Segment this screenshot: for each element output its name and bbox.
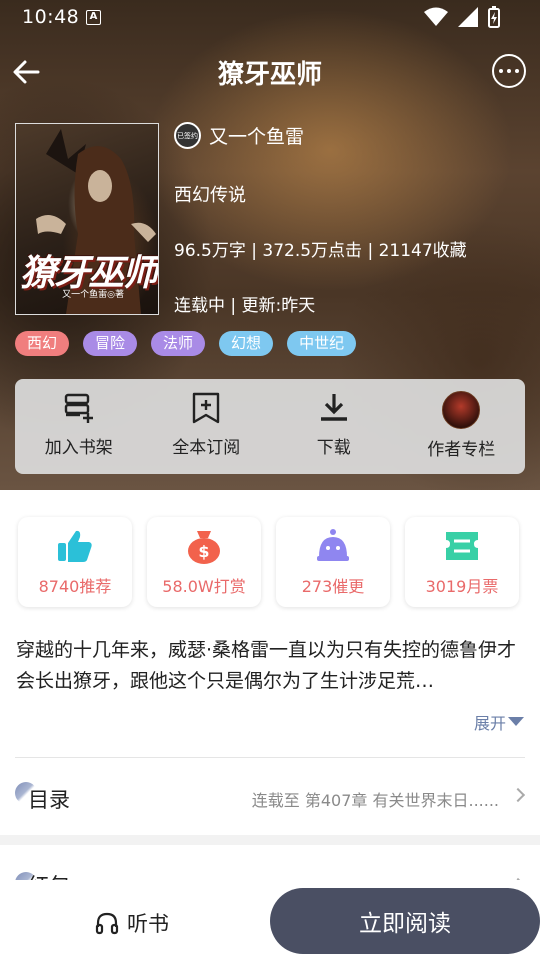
monthly-ticket-card[interactable]: 3019月票: [405, 517, 519, 607]
add-to-shelf-button[interactable]: 加入书架: [15, 379, 143, 474]
add-to-shelf-label: 加入书架: [44, 438, 113, 458]
top-bar: 獠牙巫师: [0, 40, 540, 104]
caret-down-icon: [508, 717, 524, 726]
subscribe-all-label: 全本订阅: [172, 438, 241, 458]
signed-author-badge-icon: 已签约: [174, 122, 201, 149]
tip-card[interactable]: $ 58.0W打赏: [147, 517, 261, 607]
download-label: 下载: [316, 438, 351, 458]
expand-label: 展开: [473, 714, 506, 733]
tag-item[interactable]: 冒险: [83, 331, 138, 356]
download-icon: [320, 394, 347, 421]
metric-cards: 8740推荐 $ 58.0W打赏 273催更 3019月票: [18, 517, 519, 607]
more-dot-icon: [507, 69, 511, 73]
svg-text:$: $: [198, 542, 209, 561]
signal-icon: [458, 7, 478, 27]
section-separator: [0, 835, 540, 845]
notification-icon: A: [86, 10, 101, 25]
cover-author-text: 又一个鱼雷◎著: [62, 290, 124, 300]
status-bar: 10:48 A: [0, 0, 540, 34]
subscribe-icon: [193, 392, 220, 424]
book-synopsis: 穿越的十几年来，威瑟·桑格雷一直以为只有失控的德鲁伊才会长出獠牙，跟他这个只是偶…: [16, 639, 517, 692]
author-avatar: [442, 391, 481, 429]
more-dot-icon: [499, 69, 503, 73]
tag-item[interactable]: 法师: [151, 331, 206, 356]
author-column-button[interactable]: 作者专栏: [398, 379, 526, 474]
book-stats: 96.5万字 | 372.5万点击 | 21147收藏: [174, 241, 467, 261]
action-panel: 加入书架 全本订阅 下载 作者专栏: [15, 379, 525, 474]
add-to-shelf-icon: [64, 393, 93, 423]
page-title: 獠牙巫师: [217, 60, 322, 90]
tag-item[interactable]: 西幻: [15, 331, 70, 356]
urge-update-label: 273催更: [301, 577, 365, 596]
recommend-label: 8740推荐: [38, 577, 112, 596]
author-name: 又一个鱼雷: [209, 126, 305, 148]
bottom-action-bar: 听书 立即阅读: [0, 880, 540, 960]
tag-item[interactable]: 幻想: [219, 331, 274, 356]
divider: [15, 757, 525, 758]
read-now-button[interactable]: 立即阅读: [270, 888, 540, 954]
status-icons: [424, 6, 500, 28]
book-genre: 西幻传说: [174, 185, 246, 206]
latest-chapter-info: 连载至 第407章 有关世界末日......: [251, 791, 499, 810]
chevron-right-icon: [510, 787, 526, 803]
urge-update-card[interactable]: 273催更: [276, 517, 390, 607]
tip-label: 58.0W打赏: [162, 577, 246, 596]
battery-icon: [488, 6, 500, 28]
download-button[interactable]: 下载: [270, 379, 398, 474]
more-options-button[interactable]: [492, 54, 526, 88]
listen-label: 听书: [127, 912, 169, 936]
toc-label: 目录: [28, 788, 70, 812]
book-status: 连载中 | 更新:昨天: [174, 296, 316, 316]
table-of-contents-row[interactable]: 目录 连载至 第407章 有关世界末日......: [15, 778, 526, 822]
subscribe-all-button[interactable]: 全本订阅: [143, 379, 271, 474]
tag-item[interactable]: 中世纪: [287, 331, 357, 356]
thumbs-up-icon: [58, 530, 92, 562]
author-column-label: 作者专栏: [427, 440, 496, 460]
recommend-card[interactable]: 8740推荐: [18, 517, 132, 607]
status-time: 10:48: [22, 6, 80, 28]
bell-character-icon: [317, 529, 349, 561]
tag-list: 西幻 冒险 法师 幻想 中世纪: [15, 331, 357, 356]
listen-button[interactable]: 听书: [95, 908, 169, 938]
ticket-icon: [446, 532, 478, 560]
author-row[interactable]: 已签约 又一个鱼雷: [174, 122, 304, 149]
more-dot-icon: [515, 69, 519, 73]
monthly-ticket-label: 3019月票: [425, 577, 499, 596]
wifi-icon: [424, 7, 448, 26]
headphones-icon: [95, 912, 119, 935]
expand-button[interactable]: 展开: [474, 710, 524, 734]
money-bag-icon: $: [188, 531, 220, 564]
book-cover[interactable]: 獠牙巫师 又一个鱼雷◎著: [15, 123, 159, 315]
